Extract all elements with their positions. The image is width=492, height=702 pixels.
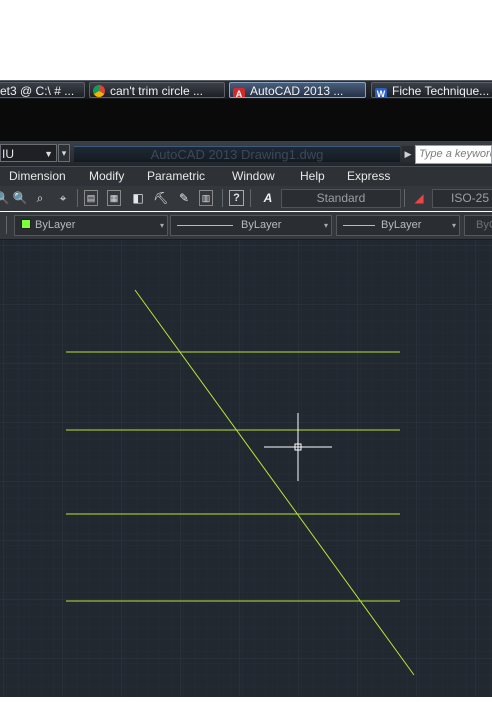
linetype-value: ByLayer	[241, 219, 282, 231]
task-word[interactable]: W Fiche Technique...	[371, 82, 492, 98]
linetype-control[interactable]: ByLayer ▾	[170, 215, 332, 236]
lineweight-value: ByLayer	[381, 219, 422, 231]
chevron-down-icon: ▾	[61, 148, 67, 158]
chevron-right-icon: ▶	[404, 149, 412, 159]
menu-bar: Dimension Modify Parametric Window Help …	[0, 166, 492, 186]
plotstyle-control[interactable]: ByC	[464, 215, 492, 236]
chevron-down-icon: ▾	[323, 221, 328, 230]
properties-toolbar: ByLayer ▾ ByLayer ▾ ByLayer ▾ ByC	[0, 212, 492, 240]
task-autocad[interactable]: A AutoCAD 2013 ...	[229, 82, 366, 98]
color-value: ByLayer	[35, 219, 76, 231]
model-space[interactable]	[0, 240, 492, 697]
dim-style-value: ISO-25	[451, 191, 490, 205]
quick-access-menu-button[interactable]: ▾	[58, 144, 70, 162]
plotstyle-value: ByC	[476, 219, 492, 231]
desktop-strip	[0, 99, 492, 141]
color-swatch	[21, 219, 31, 229]
inquiry-toolbar: 🔍 🔍 ⌕ ⌖ ▤ ▦ ◧ ⛏ ✎ ▥ ? A Standard ◢ ISO-2…	[0, 186, 492, 211]
menu-parametric[interactable]: Parametric	[147, 168, 205, 184]
zoom-previous-icon[interactable]: ⌕	[32, 190, 48, 206]
workspace-value: IU	[2, 147, 14, 161]
task-chrome[interactable]: can't trim circle ...	[89, 82, 225, 98]
zoom-icon[interactable]: 🔍	[0, 190, 10, 206]
search-input[interactable]: Type a keyword	[415, 145, 492, 164]
menu-help[interactable]: Help	[300, 168, 325, 184]
window-title: AutoCAD 2013 Drawing1.dwg	[74, 146, 400, 162]
task-terminal-label: et3 @ C:\ # ...	[0, 84, 75, 98]
text-style-value: Standard	[316, 191, 366, 205]
chevron-down-icon: ▾	[159, 221, 164, 230]
toolbar-divider	[77, 189, 78, 207]
lineweight-sample	[343, 225, 375, 226]
zoom-realtime-icon[interactable]: ⌖	[55, 190, 71, 206]
word-icon: W	[375, 88, 387, 98]
menu-modify[interactable]: Modify	[89, 168, 124, 184]
autocad-icon: A	[233, 88, 245, 97]
workspace-select[interactable]: IU ▼	[0, 144, 57, 162]
menu-dimension[interactable]: Dimension	[9, 168, 66, 184]
properties-icon[interactable]: ▤	[84, 190, 98, 206]
dim-style-select[interactable]: ISO-25	[432, 189, 492, 208]
tool-palettes-icon[interactable]: ◧	[130, 190, 146, 206]
calculator-icon[interactable]: ▥	[199, 190, 213, 206]
dim-style-icon[interactable]: ◢	[411, 190, 427, 206]
sheet-set-icon[interactable]: ⛏	[153, 190, 169, 206]
linetype-sample	[177, 225, 233, 226]
text-style-select[interactable]: Standard	[281, 189, 401, 208]
toolbar-divider	[404, 189, 405, 207]
infocenter-expand-button[interactable]: ▶	[402, 146, 414, 162]
help-icon[interactable]: ?	[229, 190, 244, 206]
text-style-icon[interactable]: A	[260, 190, 276, 206]
design-center-icon[interactable]: ▦	[107, 190, 121, 206]
markup-icon[interactable]: ✎	[176, 190, 192, 206]
toolbar-divider	[222, 189, 223, 207]
toolbar-divider	[6, 216, 7, 234]
taskbar: et3 @ C:\ # ... can't trim circle ... AA…	[0, 80, 492, 100]
task-word-label: Fiche Technique...	[392, 84, 490, 98]
chevron-down-icon: ▼	[44, 149, 53, 159]
color-control[interactable]: ByLayer ▾	[14, 215, 168, 236]
task-chrome-label: can't trim circle ...	[110, 84, 203, 98]
zoom-window-icon[interactable]: 🔍	[12, 190, 28, 206]
task-terminal[interactable]: et3 @ C:\ # ...	[0, 82, 85, 98]
chevron-down-icon: ▾	[451, 221, 456, 230]
grid	[0, 240, 492, 697]
toolbar-divider	[250, 189, 251, 207]
task-autocad-label: AutoCAD 2013 ...	[250, 84, 344, 98]
chrome-icon	[93, 85, 105, 97]
drawing-area[interactable]	[0, 240, 492, 697]
menu-express[interactable]: Express	[347, 168, 390, 184]
lineweight-control[interactable]: ByLayer ▾	[336, 215, 460, 236]
menu-window[interactable]: Window	[232, 168, 275, 184]
